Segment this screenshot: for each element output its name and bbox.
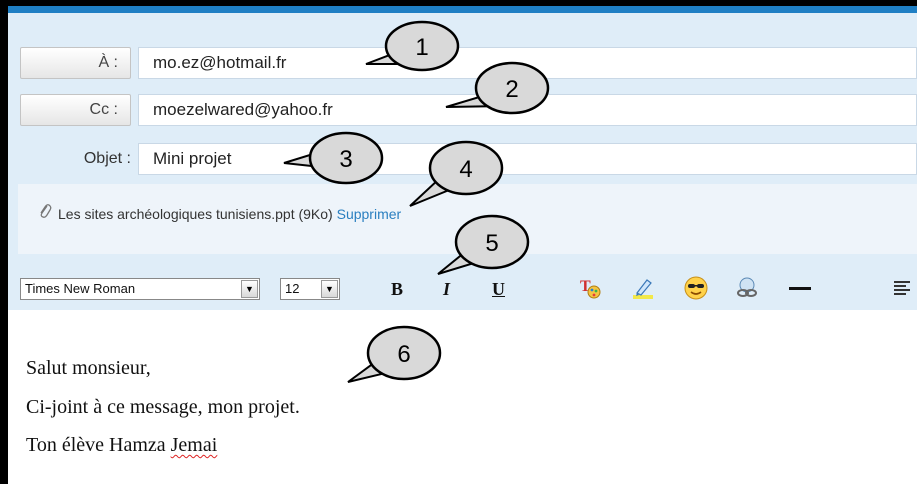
formatting-toolbar: Times New Roman ▼ 12 ▼ B I U T [8,266,917,310]
remove-attachment-link[interactable]: Supprimer [337,206,402,222]
message-line-2: Ci-joint à ce message, mon projet. [26,396,300,418]
chevron-down-icon[interactable]: ▼ [241,280,258,298]
font-family-select[interactable]: Times New Roman ▼ [20,278,260,300]
to-button[interactable]: À : [20,47,131,79]
attachment-item: Les sites archéologiques tunisiens.ppt (… [38,203,401,223]
cc-field[interactable]: moezelwared@yahoo.fr [138,94,917,126]
misspelled-word[interactable]: Jemai [171,434,218,456]
paperclip-icon [38,203,54,223]
underline-button[interactable]: U [492,278,505,300]
top-accent-bar [8,6,917,13]
text-color-icon[interactable]: T [579,276,603,300]
italic-button[interactable]: I [443,278,450,300]
message-line-3-text: Ton élève Hamza [26,434,171,456]
emoticon-icon[interactable] [684,276,708,300]
cc-button[interactable]: Cc : [20,94,131,126]
message-line-1: Salut monsieur, [26,357,151,379]
font-size-value: 12 [285,281,300,296]
message-body[interactable]: Salut monsieur, Ci-joint à ce message, m… [8,310,917,484]
highlighter-icon[interactable] [631,276,655,300]
subject-label: Objet : [83,150,131,167]
message-line-3: Ton élève Hamza Jemai [26,434,217,457]
font-size-select[interactable]: 12 ▼ [280,278,340,300]
align-icon[interactable] [893,276,917,300]
font-family-value: Times New Roman [25,281,136,296]
horizontal-rule-icon[interactable] [788,276,812,300]
subject-field[interactable]: Mini projet [138,143,917,175]
attachment-filename: Les sites archéologiques tunisiens.ppt (… [58,206,333,222]
compose-window: À : mo.ez@hotmail.fr Cc : moezelwared@ya… [8,6,917,484]
chevron-down-icon[interactable]: ▼ [321,280,338,298]
insert-link-icon[interactable] [735,276,759,300]
bold-button[interactable]: B [391,278,403,300]
to-field[interactable]: mo.ez@hotmail.fr [138,47,917,79]
